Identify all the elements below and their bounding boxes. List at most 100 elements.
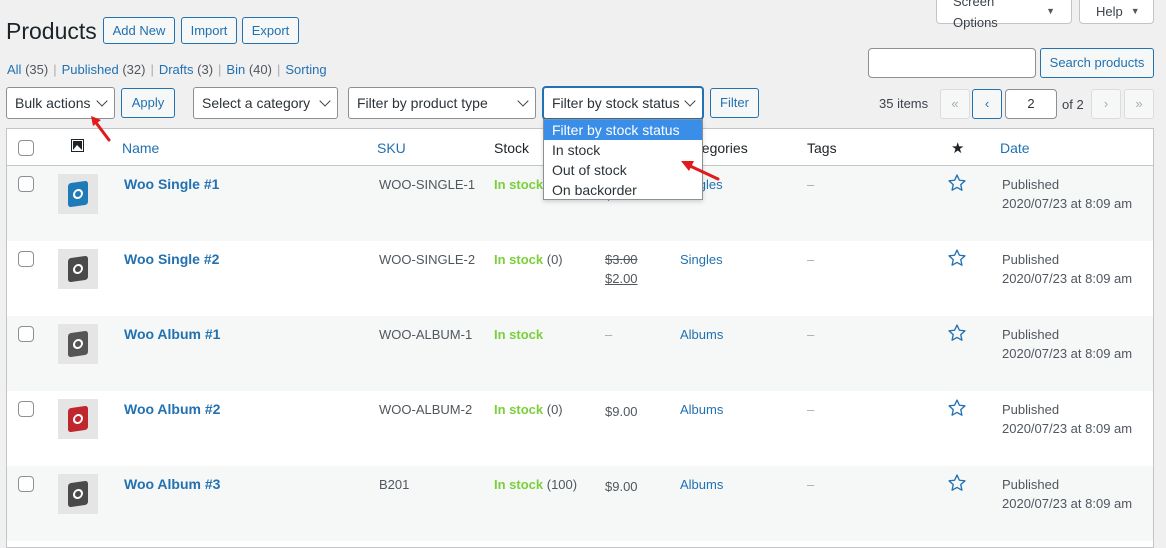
table-row: Woo Album #3 B201 In stock (100) $9.00 A… [7,466,1153,541]
items-count: 35 items [879,96,929,111]
current-page-input[interactable]: 2 [1005,89,1057,119]
caret-down-icon: ▼ [1130,6,1140,16]
product-name-link[interactable]: Woo Album #2 [124,401,220,417]
row-checkbox[interactable] [18,176,34,192]
annotation-arrow-icon [681,161,720,181]
stock-status: In stock (0) [494,402,563,417]
category-link[interactable]: Singles [680,252,723,267]
product-sku: WOO-SINGLE-1 [379,177,476,192]
product-name-link[interactable]: Woo Single #1 [124,176,219,192]
import-button[interactable]: Import [181,17,237,44]
next-page-button[interactable]: › [1091,89,1121,119]
apply-button[interactable]: Apply [121,88,175,118]
help-label: Help [1096,4,1123,19]
page-title: Products [6,18,97,44]
product-thumbnail[interactable] [58,399,98,439]
product-tags: – [807,402,815,417]
category-link[interactable]: Albums [680,477,723,492]
screen-options-tab[interactable]: Screen Options ▼ [936,0,1072,30]
product-date: Published 2020/07/23 at 8:09 am [1002,402,1133,436]
export-button[interactable]: Export [242,17,299,44]
annotation-arrow-icon [91,116,111,142]
product-tags: – [807,177,815,192]
chevron-down-icon [684,95,696,107]
view-sorting[interactable]: Sorting [285,62,326,77]
product-date: Published 2020/07/23 at 8:09 am [1002,252,1133,286]
row-checkbox[interactable] [18,401,34,417]
product-sku: WOO-ALBUM-1 [379,327,473,342]
star-outline-icon[interactable] [947,398,967,421]
category-select[interactable]: Select a category [193,87,338,119]
product-tags: – [807,477,815,492]
star-outline-icon[interactable] [947,473,967,496]
image-icon [71,139,84,155]
table-row: Woo Single #2 WOO-SINGLE-2 In stock (0) … [7,241,1153,316]
help-tab[interactable]: Help ▼ [1079,0,1154,24]
search-input[interactable] [868,48,1036,78]
product-thumbnail[interactable] [58,249,98,289]
select-all-checkbox[interactable] [18,140,34,156]
product-thumbnail[interactable] [58,174,98,214]
star-icon: ★ [951,140,965,157]
bulk-actions-label: Bulk actions [15,95,91,111]
product-name-link[interactable]: Woo Single #2 [124,251,219,267]
product-type-select[interactable]: Filter by product type [348,87,536,119]
product-date: Published 2020/07/23 at 8:09 am [1002,177,1133,211]
prev-page-button[interactable]: ‹ [972,89,1002,119]
row-checkbox[interactable] [18,476,34,492]
view-bin[interactable]: Bin (40) [226,62,272,77]
product-thumbnail[interactable] [58,324,98,364]
product-type-label: Filter by product type [357,95,488,111]
table-row: Woo Album #2 WOO-ALBUM-2 In stock (0) $9… [7,391,1153,466]
chevron-down-icon [319,95,331,107]
product-price: $9.00 [605,479,638,494]
column-tags: Tags [807,140,837,156]
add-new-button[interactable]: Add New [103,17,175,44]
row-checkbox[interactable] [18,251,34,267]
product-thumbnail[interactable] [58,474,98,514]
table-row: Woo Album #1 WOO-ALBUM-1 In stock – Albu… [7,316,1153,391]
column-name[interactable]: Name [122,140,159,156]
category-link[interactable]: Albums [680,402,723,417]
chevron-down-icon [96,95,108,107]
stock-status: In stock [494,327,544,342]
product-name-link[interactable]: Woo Album #3 [124,476,220,492]
star-outline-icon[interactable] [947,323,967,346]
total-pages: of 2 [1062,97,1084,112]
column-sku[interactable]: SKU [377,140,406,156]
column-stock: Stock [494,140,530,156]
column-date[interactable]: Date [1000,140,1030,156]
product-sku: WOO-ALBUM-2 [379,402,473,417]
row-checkbox[interactable] [18,326,34,342]
star-outline-icon[interactable] [947,248,967,271]
view-all[interactable]: All (35) [7,62,48,77]
product-sku: B201 [379,477,410,492]
product-name-link[interactable]: Woo Album #1 [124,326,220,342]
stock-status: In stock (0) [494,252,563,267]
product-tags: – [807,252,815,267]
view-published[interactable]: Published (32) [62,62,146,77]
status-views: All (35) | Published (32) | Drafts (3) |… [7,62,327,77]
dropdown-option-on-backorder[interactable]: On backorder [544,180,702,200]
filter-button[interactable]: Filter [710,88,759,118]
product-sku: WOO-SINGLE-2 [379,252,476,267]
product-tags: – [807,327,815,342]
product-price: $9.00 [605,404,638,419]
stock-status: In stock [494,177,544,192]
product-date: Published 2020/07/23 at 8:09 am [1002,327,1133,361]
view-drafts[interactable]: Drafts (3) [159,62,213,77]
stock-status-select[interactable]: Filter by stock status [543,87,703,119]
star-outline-icon[interactable] [947,173,967,196]
chevron-down-icon [517,95,529,107]
last-page-button[interactable]: » [1124,89,1154,119]
category-label: Select a category [202,95,311,111]
stock-status: In stock (100) [494,477,578,492]
screen-options-label: Screen Options [953,0,998,30]
caret-down-icon: ▼ [1046,6,1055,16]
product-date: Published 2020/07/23 at 8:09 am [1002,477,1133,511]
product-price: $3.00 $2.00 [605,252,638,286]
dropdown-option-filter-by-stock-status[interactable]: Filter by stock status [544,120,702,140]
first-page-button[interactable]: « [940,89,970,119]
category-link[interactable]: Albums [680,327,723,342]
search-products-button[interactable]: Search products [1040,48,1154,78]
